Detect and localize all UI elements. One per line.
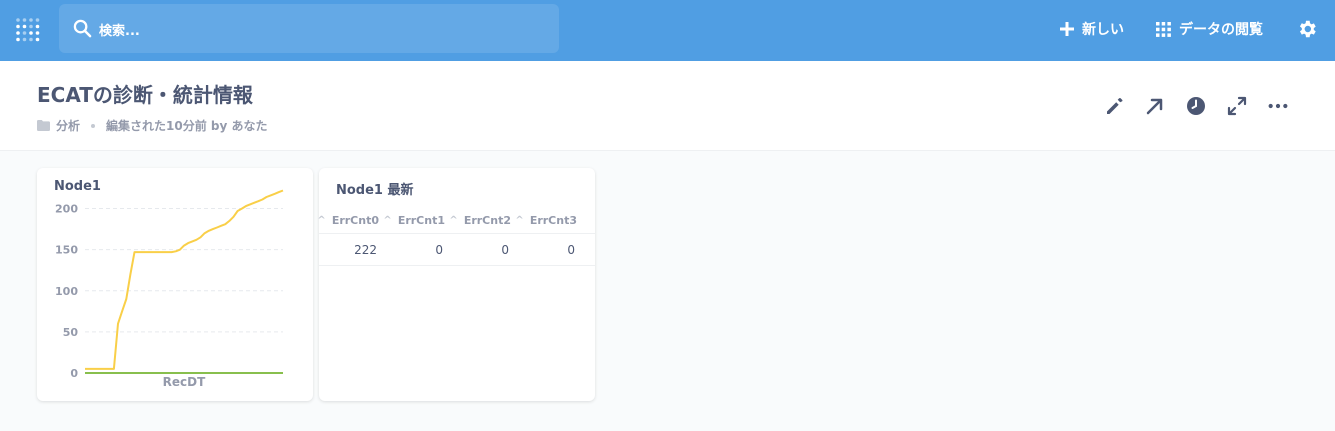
more-options-icon[interactable]	[1267, 95, 1289, 117]
y-tick-label: 0	[70, 367, 78, 380]
column-header[interactable]: ^ ErrCnt0	[317, 208, 385, 233]
sort-caret-icon[interactable]: ^	[317, 215, 325, 226]
search-icon	[73, 19, 92, 38]
search-input[interactable]: 検索...	[59, 4, 559, 53]
table-cell[interactable]: 0	[451, 234, 517, 265]
search-placeholder: 検索...	[99, 24, 140, 39]
pencil-icon[interactable]	[1104, 95, 1126, 117]
last-edited-text: 編集された10分前 by あなた	[106, 119, 268, 133]
page-title: ECATの診断・統計情報	[37, 83, 253, 107]
column-header-label: ErrCnt3	[529, 214, 577, 227]
column-header-label: ErrCnt0	[331, 214, 379, 227]
table-body: 222 0 0 0	[319, 234, 595, 266]
metabase-logo-icon[interactable]	[15, 17, 41, 43]
grid-icon	[1156, 21, 1171, 37]
new-button-label: 新しい	[1082, 22, 1124, 38]
x-axis-label: RecDT	[163, 375, 206, 389]
dashcard-node1-chart[interactable]: Node1 0 50 100 150 200 RecDT	[37, 168, 313, 401]
dashboard-header: ECATの診断・統計情報 分析 編集された10分前 by あなた	[0, 61, 1335, 151]
share-arrow-icon[interactable]	[1144, 95, 1166, 117]
dashboard-meta: 分析 編集された10分前 by あなた	[37, 117, 267, 134]
y-tick-label: 150	[55, 244, 78, 257]
series-line-0	[85, 189, 284, 370]
column-header-label: ErrCnt2	[463, 214, 511, 227]
sort-caret-icon[interactable]: ^	[449, 215, 457, 226]
browse-data-button[interactable]: データの閲覧	[1156, 18, 1263, 40]
column-header[interactable]: ^ ErrCnt2	[449, 208, 517, 233]
table-cell[interactable]: 0	[517, 234, 583, 265]
sort-caret-icon[interactable]: ^	[383, 215, 391, 226]
line-chart[interactable]: 0 50 100 150 200 RecDT	[37, 168, 313, 401]
y-tick-label: 50	[63, 326, 79, 339]
collection-link[interactable]: 分析	[56, 117, 80, 134]
sort-caret-icon[interactable]: ^	[515, 215, 523, 226]
y-tick-label: 200	[55, 203, 78, 216]
meta-separator	[91, 123, 96, 128]
fullscreen-icon[interactable]	[1226, 95, 1248, 117]
table-header-row: ^ ErrCnt0 ^ ErrCnt1 ^ ErrCnt2 ^ ErrCnt3	[317, 208, 595, 234]
top-navbar: 検索... 新しい データの閲覧	[0, 0, 1335, 61]
column-header[interactable]: ^ ErrCnt3	[515, 208, 583, 233]
table-cell[interactable]: 0	[385, 234, 451, 265]
clock-icon[interactable]	[1185, 95, 1207, 117]
table-row: 222 0 0 0	[319, 234, 595, 266]
plus-icon	[1060, 22, 1074, 36]
data-table: ^ ErrCnt0 ^ ErrCnt1 ^ ErrCnt2 ^ ErrCnt3 222 0 0 0	[317, 208, 595, 266]
folder-icon	[37, 120, 50, 131]
y-tick-label: 100	[55, 285, 78, 298]
browse-data-label: データの閲覧	[1179, 22, 1263, 38]
table-cell[interactable]: 222	[319, 234, 385, 265]
column-header[interactable]: ^ ErrCnt1	[383, 208, 451, 233]
card-title[interactable]: Node1 最新	[336, 179, 414, 198]
dashcard-node1-latest-table[interactable]: Node1 最新 ^ ErrCnt0 ^ ErrCnt1 ^ ErrCnt2 ^ ErrCnt…	[317, 168, 595, 401]
column-header-label: ErrCnt1	[397, 214, 445, 227]
new-button[interactable]: 新しい	[1060, 18, 1124, 40]
gear-icon[interactable]	[1296, 18, 1318, 40]
